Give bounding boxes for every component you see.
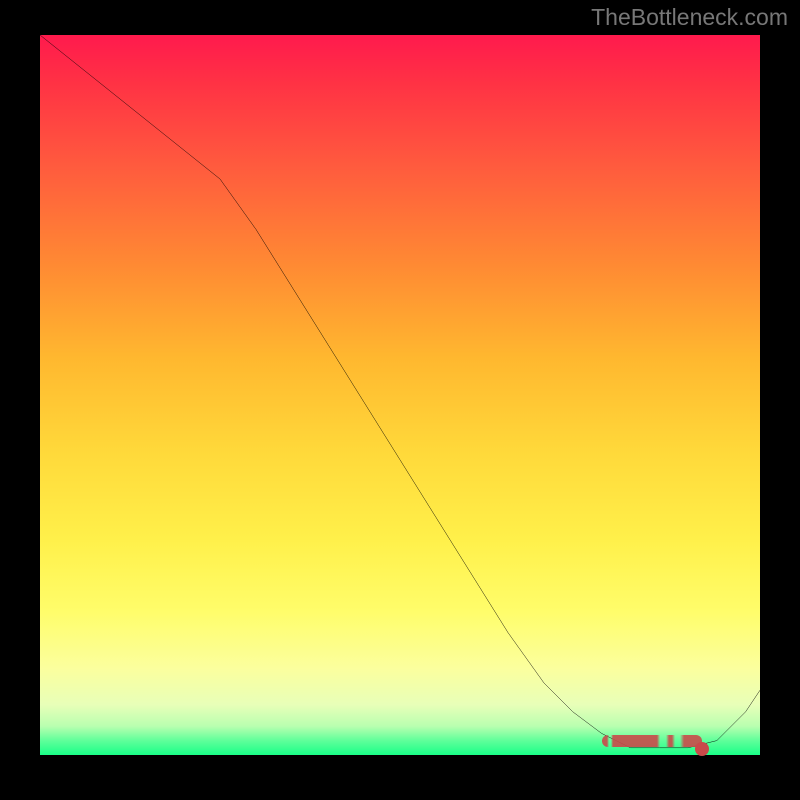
bottleneck-curve	[40, 35, 760, 748]
plot-area	[40, 35, 760, 755]
attribution-text: TheBottleneck.com	[591, 4, 788, 31]
minimum-marker-cap	[695, 742, 709, 756]
chart-container: TheBottleneck.com	[0, 0, 800, 800]
curve-svg	[40, 35, 760, 755]
minimum-marker-band	[602, 735, 703, 747]
